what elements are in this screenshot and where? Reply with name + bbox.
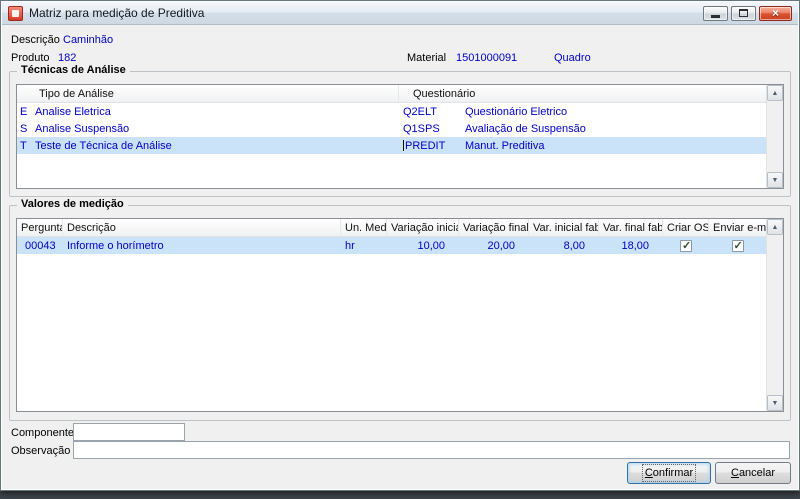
- cell-tipo[interactable]: S: [17, 123, 31, 135]
- column-header-var-inicial-fab[interactable]: Var. inicial fab.: [529, 219, 599, 237]
- produto-value: 182: [58, 52, 77, 64]
- window-controls: ×: [703, 5, 792, 21]
- arrow-down-icon: ▼: [771, 399, 779, 407]
- arrow-up-icon: ▲: [771, 223, 779, 231]
- column-header-descricao[interactable]: Descrição: [63, 219, 341, 237]
- cell-questionario-descricao[interactable]: Manut. Preditiva: [461, 140, 766, 152]
- dialog-window: Matriz para medição de Preditiva × Descr…: [0, 0, 800, 491]
- vertical-scrollbar[interactable]: ▲ ▼: [766, 219, 783, 411]
- confirm-button[interactable]: Confirmar: [627, 462, 711, 484]
- cell-tipo[interactable]: E: [17, 106, 31, 118]
- tecnica-row[interactable]: T Teste de Técnica de Análise PREDIT Man…: [17, 137, 766, 154]
- column-header-variacao-inicial[interactable]: Variação inicial: [387, 219, 459, 237]
- scroll-up-button[interactable]: ▲: [767, 85, 783, 101]
- column-header-tipo-analise[interactable]: Tipo de Análise: [17, 85, 399, 103]
- cell-un-med[interactable]: hr: [341, 240, 387, 252]
- valor-row[interactable]: 00043 Informe o horímetro hr 10,00 20,00…: [17, 237, 766, 254]
- tecnicas-groupbox: Técnicas de Análise Tipo de Análise Ques…: [9, 64, 791, 197]
- scroll-down-button[interactable]: ▼: [767, 172, 783, 188]
- material-description: Quadro: [554, 52, 591, 64]
- edit-caret: [403, 139, 404, 151]
- cell-questionario-codigo[interactable]: Q2ELT: [399, 106, 461, 118]
- column-header-questionario[interactable]: Questionário: [399, 85, 766, 103]
- cell-analise[interactable]: Analise Suspensão: [31, 123, 399, 135]
- cell-enviar-email[interactable]: [709, 239, 766, 252]
- observacao-label: Observação: [11, 445, 71, 457]
- close-icon: ×: [771, 6, 779, 20]
- window-title: Matriz para medição de Preditiva: [29, 6, 205, 20]
- cell-pergunta[interactable]: 00043: [17, 240, 63, 252]
- tecnicas-table: Tipo de Análise Questionário E Analise E…: [16, 84, 784, 189]
- descricao-label: Descrição: [11, 34, 60, 46]
- cell-var-final-fab[interactable]: 18,00: [599, 240, 663, 252]
- scroll-down-button[interactable]: ▼: [767, 395, 783, 411]
- cell-analise[interactable]: Analise Eletrica: [31, 106, 399, 118]
- maximize-icon: [739, 9, 748, 17]
- cell-criar-os[interactable]: [663, 239, 709, 252]
- column-header-variacao-final[interactable]: Variação final: [459, 219, 529, 237]
- material-label: Material: [407, 52, 447, 64]
- column-header-pergunta[interactable]: Pergunta: [17, 219, 63, 237]
- componente-label: Componente: [11, 427, 74, 439]
- valores-table: Pergunta Descrição Un. Med. Variação ini…: [16, 218, 784, 412]
- componente-input[interactable]: [73, 423, 185, 441]
- material-value: 1501000091: [456, 52, 518, 64]
- observacao-input[interactable]: [73, 441, 790, 459]
- tecnica-row[interactable]: E Analise Eletrica Q2ELT Questionário El…: [17, 103, 766, 120]
- cell-descricao[interactable]: Informe o horímetro: [63, 240, 341, 252]
- tecnicas-table-header: Tipo de Análise Questionário: [17, 85, 766, 103]
- arrow-down-icon: ▼: [771, 176, 779, 184]
- minimize-button[interactable]: [703, 5, 728, 21]
- minimize-icon: [711, 14, 720, 18]
- cell-questionario-descricao[interactable]: Avaliação de Suspensão: [461, 123, 766, 135]
- scroll-up-button[interactable]: ▲: [767, 219, 783, 235]
- valores-groupbox: Valores de medição Pergunta Descrição Un…: [9, 198, 791, 421]
- criar-os-checkbox[interactable]: [680, 239, 692, 252]
- cell-analise[interactable]: Teste de Técnica de Análise: [31, 140, 399, 152]
- arrow-up-icon: ▲: [771, 89, 779, 97]
- cell-variacao-inicial[interactable]: 10,00: [387, 240, 459, 252]
- valores-table-header: Pergunta Descrição Un. Med. Variação ini…: [17, 219, 777, 237]
- column-header-criar-os[interactable]: Criar OS: [663, 219, 709, 237]
- cell-questionario-codigo[interactable]: Q1SPS: [399, 123, 461, 135]
- vertical-scrollbar[interactable]: ▲ ▼: [766, 85, 783, 188]
- cell-tipo[interactable]: T: [17, 140, 31, 152]
- cell-variacao-final[interactable]: 20,00: [459, 240, 529, 252]
- tecnica-row[interactable]: S Analise Suspensão Q1SPS Avaliação de S…: [17, 120, 766, 137]
- cancel-button-label: Cancelar: [730, 467, 776, 479]
- descricao-value: Caminhão: [63, 34, 114, 46]
- titlebar[interactable]: Matriz para medição de Preditiva ×: [2, 2, 798, 25]
- produto-label: Produto: [11, 52, 50, 64]
- confirm-button-label: Confirmar: [641, 464, 697, 482]
- column-header-var-final-fab[interactable]: Var. final fab.: [599, 219, 663, 237]
- tecnicas-group-title: Técnicas de Análise: [17, 64, 130, 76]
- cell-questionario-codigo[interactable]: PREDIT: [399, 139, 461, 152]
- maximize-button[interactable]: [731, 5, 756, 21]
- cell-questionario-codigo-text: PREDIT: [405, 139, 446, 152]
- valores-group-title: Valores de medição: [17, 198, 128, 210]
- app-icon: [8, 5, 23, 21]
- column-header-un-med[interactable]: Un. Med.: [341, 219, 387, 237]
- enviar-email-checkbox[interactable]: [731, 239, 744, 252]
- cell-var-inicial-fab[interactable]: 8,00: [529, 240, 599, 252]
- close-button[interactable]: ×: [759, 5, 792, 21]
- cell-questionario-descricao[interactable]: Questionário Eletrico: [461, 106, 766, 118]
- cancel-button[interactable]: Cancelar: [715, 462, 791, 484]
